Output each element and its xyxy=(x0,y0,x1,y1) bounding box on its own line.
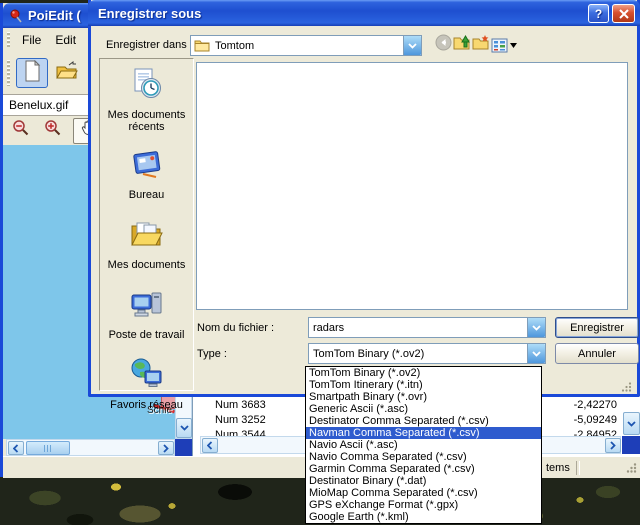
my-computer-icon xyxy=(130,287,164,326)
type-option[interactable]: Navio Ascii (*.asc) xyxy=(306,439,541,451)
type-option[interactable]: Destinator Binary (*.dat) xyxy=(306,475,541,487)
type-dropdown-list: TomTom Binary (*.ov2) TomTom Itinerary (… xyxy=(305,366,542,524)
place-network[interactable]: Favoris réseau xyxy=(101,357,193,411)
type-option[interactable]: Navio Comma Separated (*.csv) xyxy=(306,451,541,463)
zoom-in-button[interactable] xyxy=(39,119,67,143)
map-hscroll-thumb[interactable] xyxy=(26,441,70,455)
type-option[interactable]: TomTom Binary (*.ov2) xyxy=(306,367,541,379)
poi-name: Num 3683 xyxy=(193,399,266,413)
dialog-title: Enregistrer sous xyxy=(98,6,201,21)
place-label: Mes documents xyxy=(108,259,186,271)
help-button[interactable]: ? xyxy=(588,4,609,23)
new-file-button[interactable] xyxy=(16,58,48,88)
filename-combobox[interactable]: radars xyxy=(308,317,546,338)
save-in-dropdown-arrow[interactable] xyxy=(403,36,421,55)
close-icon xyxy=(619,9,629,19)
place-my-documents[interactable]: Mes documents xyxy=(101,217,193,271)
cancel-button[interactable]: Annuler xyxy=(555,343,639,364)
type-option[interactable]: Destinator Comma Separated (*.csv) xyxy=(306,415,541,427)
save-in-combobox[interactable]: Tomtom xyxy=(190,35,422,56)
type-label: Type : xyxy=(197,348,227,360)
type-value: TomTom Binary (*.ov2) xyxy=(309,348,424,360)
filename-label: Nom du fichier : xyxy=(197,322,274,334)
toolbar-grip[interactable] xyxy=(7,60,10,86)
poi-name: Num 3544 xyxy=(193,429,266,436)
zoom-out-icon xyxy=(12,119,30,142)
back-icon xyxy=(435,34,452,56)
network-places-icon xyxy=(130,357,164,396)
type-option[interactable]: Garmin Comma Separated (*.csv) xyxy=(306,463,541,475)
zoom-out-button[interactable] xyxy=(7,119,35,143)
type-dropdown-arrow[interactable] xyxy=(527,344,545,363)
poi-value: -2,84952 xyxy=(574,429,623,436)
place-label: Favoris réseau xyxy=(110,399,183,411)
zoom-in-icon xyxy=(44,119,62,142)
place-recent-documents[interactable]: Mes documents récents xyxy=(101,67,193,133)
type-combobox[interactable]: TomTom Binary (*.ov2) xyxy=(308,343,546,364)
type-option-selected[interactable]: Navman Comma Separated (*.csv) xyxy=(306,427,541,439)
my-documents-icon xyxy=(130,217,164,256)
save-button[interactable]: Enregistrer xyxy=(555,317,639,338)
new-document-icon xyxy=(22,60,42,87)
map-scroll-corner xyxy=(175,439,192,456)
place-label: Bureau xyxy=(129,189,164,201)
map-hscrollbar[interactable] xyxy=(6,439,175,456)
menu-edit[interactable]: Edit xyxy=(48,31,83,49)
place-my-computer[interactable]: Poste de travail xyxy=(101,287,193,341)
new-folder-button[interactable] xyxy=(472,36,490,54)
map-scroll-down-button[interactable] xyxy=(176,418,192,438)
list-scroll-down-button[interactable] xyxy=(623,412,640,435)
place-label: Mes documents récents xyxy=(101,109,193,133)
view-menu-button[interactable] xyxy=(491,36,517,54)
type-option[interactable]: TomTom Itinerary (*.itn) xyxy=(306,379,541,391)
open-file-button[interactable] xyxy=(52,59,82,87)
status-divider xyxy=(576,461,580,475)
save-in-label: Enregistrer dans : xyxy=(106,39,193,51)
poiedit-title: PoiEdit ( xyxy=(28,8,81,23)
screen: PoiEdit ( File Edit Tools xyxy=(0,0,640,525)
up-one-level-button[interactable] xyxy=(453,36,471,54)
type-option[interactable]: Google Earth (*.kml) xyxy=(306,511,541,523)
status-items-text: tems xyxy=(546,462,570,474)
dialog-titlebar[interactable]: Enregistrer sous ? xyxy=(88,0,640,26)
filename-value: radars xyxy=(309,322,344,334)
list-scroll-right-button[interactable] xyxy=(605,438,621,453)
file-list-area[interactable] xyxy=(196,62,628,310)
poi-value: -5,09249 xyxy=(574,414,623,428)
up-folder-icon xyxy=(453,34,471,56)
new-folder-icon xyxy=(472,34,490,56)
document-tab-label: Benelux.gif xyxy=(9,98,68,112)
views-icon xyxy=(491,38,517,53)
menubar-grip[interactable] xyxy=(7,32,10,48)
poi-value: -2,42270 xyxy=(574,399,623,413)
save-as-dialog: Enregistrer sous ? Enregistrer dans : To… xyxy=(88,0,640,397)
dialog-resize-grip[interactable] xyxy=(620,382,632,392)
place-desktop[interactable]: Bureau xyxy=(101,147,193,201)
save-button-label: Enregistrer xyxy=(570,322,624,334)
folder-icon xyxy=(194,39,210,52)
cancel-button-label: Annuler xyxy=(578,348,616,360)
list-scroll-corner xyxy=(622,436,640,454)
recent-documents-icon xyxy=(130,67,164,106)
help-icon: ? xyxy=(595,7,602,21)
menu-file[interactable]: File xyxy=(15,31,48,49)
desktop-icon xyxy=(130,147,164,186)
save-in-value: Tomtom xyxy=(210,40,254,52)
back-button[interactable] xyxy=(434,36,452,54)
type-option[interactable]: Smartpath Binary (*.ovr) xyxy=(306,391,541,403)
list-scroll-left-button[interactable] xyxy=(202,438,218,453)
map-scroll-left-button[interactable] xyxy=(8,441,24,455)
close-button[interactable] xyxy=(612,4,635,23)
type-option[interactable]: Generic Ascii (*.asc) xyxy=(306,403,541,415)
map-scroll-right-button[interactable] xyxy=(158,441,174,455)
poi-name: Num 3252 xyxy=(193,414,266,428)
place-label: Poste de travail xyxy=(109,329,185,341)
places-bar: Mes documents récents Bureau Mes documen… xyxy=(99,58,194,391)
filename-dropdown-arrow[interactable] xyxy=(527,318,545,337)
open-folder-icon xyxy=(56,61,78,86)
pushpin-icon xyxy=(9,9,23,23)
type-option[interactable]: GPS eXchange Format (*.gpx) xyxy=(306,499,541,511)
window-resize-grip[interactable] xyxy=(625,462,637,474)
type-option[interactable]: MioMap Comma Separated (*.csv) xyxy=(306,487,541,499)
